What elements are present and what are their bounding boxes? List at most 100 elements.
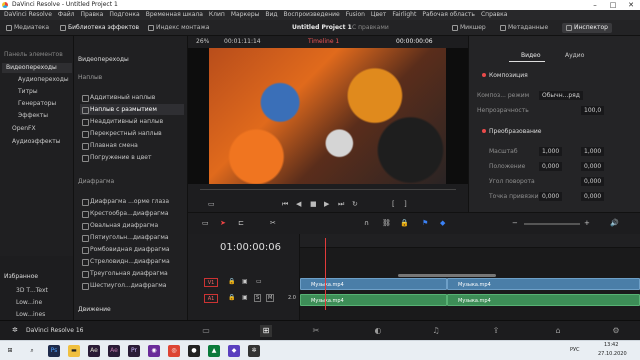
chrome-icon[interactable]: ◎ — [168, 345, 180, 357]
speaker-icon[interactable]: 🔊 — [610, 219, 619, 227]
resolve-task-icon[interactable]: ✲ — [248, 345, 260, 357]
menu-item-timeline[interactable]: Временная шкала — [146, 10, 203, 20]
menu-item-help[interactable]: Справка — [481, 10, 507, 20]
loop-icon[interactable]: ↻ — [352, 200, 358, 208]
tree-item-effects[interactable]: Эффекты — [18, 111, 48, 121]
app-icon[interactable]: ◆ — [228, 345, 240, 357]
rotation-value[interactable]: 0,000 — [581, 177, 605, 186]
after-effects-icon[interactable]: Ae — [108, 345, 120, 357]
tree-item-openfx[interactable]: OpenFX — [12, 124, 36, 134]
effect-item[interactable]: Овальная диафрагма — [80, 220, 184, 231]
video-clip[interactable]: Музыка.mp4 — [447, 278, 640, 290]
track-v1-label[interactable]: V1 — [204, 278, 218, 287]
anchor-y[interactable]: 0,000 — [581, 192, 605, 201]
opacity-value[interactable]: 100,0 — [581, 106, 605, 115]
menu-item-fairlight[interactable]: Fairlight — [392, 10, 416, 20]
composite-mode-dropdown[interactable]: Обычн...ряд — [539, 91, 583, 100]
settings-icon[interactable]: ⚙ — [610, 325, 622, 337]
track-lock-icon[interactable]: 🔒 — [228, 294, 235, 301]
effect-item[interactable]: Перекрестный наплыв — [80, 128, 184, 139]
effect-item[interactable]: Стреловидн...диафрагма — [80, 256, 184, 267]
effect-item[interactable]: Диафрагма ...орме глаза — [80, 196, 184, 207]
effect-item[interactable]: Неаддитивный наплыв — [80, 116, 184, 127]
auto-select-icon[interactable]: ▣ — [242, 294, 248, 301]
minimize-button[interactable]: – — [586, 0, 604, 10]
effect-item-selected[interactable]: Наплыв с размытием — [80, 104, 184, 115]
zoom-y[interactable]: 1,000 — [581, 147, 605, 156]
media-page-icon[interactable]: ▭ — [200, 325, 212, 337]
app-icon[interactable]: ◉ — [148, 345, 160, 357]
clip-menu-icon[interactable]: ▭ — [208, 200, 215, 208]
menu-item-markers[interactable]: Маркеры — [231, 10, 260, 20]
menu-item-view[interactable]: Вид — [265, 10, 277, 20]
play-icon[interactable]: ▶ — [324, 200, 329, 208]
track-lock-icon[interactable]: 🔒 — [228, 278, 235, 285]
menu-item-clip[interactable]: Клип — [209, 10, 225, 20]
auto-select-icon[interactable]: ▣ — [242, 278, 248, 285]
inspector-button[interactable]: Инспектор — [562, 23, 612, 33]
effects-library-button[interactable]: Библиотека эффектов — [60, 23, 139, 33]
section-composition[interactable]: Композиция — [482, 72, 528, 79]
effect-item[interactable]: Аддитивный наплыв — [80, 92, 184, 103]
lock-icon[interactable]: 🔒 — [400, 219, 409, 227]
after-effects-icon[interactable]: Ae — [88, 345, 100, 357]
menu-item-file[interactable]: Файл — [58, 10, 75, 20]
video-clip[interactable]: Музыка.mp4 — [300, 278, 447, 290]
timeline-scrollbar[interactable] — [398, 274, 496, 277]
edit-page-icon[interactable]: ⊞ — [260, 325, 272, 337]
favorite-item[interactable]: 3D Т...Text — [16, 286, 48, 296]
explorer-icon[interactable]: ▬ — [68, 345, 80, 357]
tree-item-audio-effects[interactable]: Аудиоэффекты — [12, 137, 60, 147]
photoshop-icon[interactable]: Ps — [48, 345, 60, 357]
effect-item[interactable]: Шестиугол...диафрагма — [80, 280, 184, 291]
premiere-icon[interactable]: Pr — [128, 345, 140, 357]
link-icon[interactable]: ⛓ — [382, 219, 391, 227]
effect-item[interactable]: Плавная смена — [80, 140, 184, 151]
anchor-x[interactable]: 0,000 — [539, 192, 563, 201]
tab-audio[interactable]: Аудио — [565, 52, 584, 59]
tree-item-titles[interactable]: Титры — [18, 87, 38, 97]
app-icon[interactable]: ● — [188, 345, 200, 357]
tree-item-video-transitions[interactable]: Видеопереходы — [2, 63, 72, 73]
audio-clip[interactable]: Музыка.mp4 — [447, 294, 640, 306]
metadata-button[interactable]: Метаданные — [500, 23, 548, 33]
effect-item[interactable]: Пятиугольн...диафрагма — [80, 232, 184, 243]
menu-item-color[interactable]: Цвет — [371, 10, 386, 20]
app-icon[interactable]: ▲ — [208, 345, 220, 357]
track-a1-label[interactable]: A1 — [204, 294, 218, 303]
fairlight-page-icon[interactable]: ♫ — [430, 325, 442, 337]
home-icon[interactable]: ⌂ — [552, 325, 564, 337]
menu-item-fusion[interactable]: Fusion — [346, 10, 365, 20]
position-x[interactable]: 0,000 — [539, 162, 563, 171]
menu-item-workspace[interactable]: Рабочая область — [422, 10, 475, 20]
viewer-zoom[interactable]: 26% — [196, 36, 209, 48]
position-y[interactable]: 0,000 — [581, 162, 605, 171]
stop-icon[interactable]: ■ — [310, 200, 317, 208]
tree-item-generators[interactable]: Генераторы — [18, 99, 56, 109]
in-point-icon[interactable]: [ — [392, 200, 395, 208]
edit-index-button[interactable]: Индекс монтажа — [148, 23, 209, 33]
tree-item-audio-transitions[interactable]: Аудиопереходы — [18, 75, 69, 85]
menu-item-edit[interactable]: Правка — [81, 10, 104, 20]
playhead[interactable] — [325, 238, 326, 310]
deliver-page-icon[interactable]: ⇪ — [490, 325, 502, 337]
maximize-button[interactable]: □ — [604, 0, 622, 10]
favorite-item[interactable]: Low...ine — [16, 298, 42, 308]
zoom-out-icon[interactable]: − — [512, 219, 518, 227]
track-visibility-icon[interactable]: ▭ — [256, 278, 262, 285]
mixer-button[interactable]: Микшер — [452, 23, 486, 33]
zoom-x[interactable]: 1,000 — [539, 147, 563, 156]
effect-item[interactable]: Крестообра...диафрагма — [80, 208, 184, 219]
clock-date[interactable]: 27.10.2020 — [598, 351, 627, 357]
blade-tool-icon[interactable]: ✂ — [270, 219, 276, 227]
scrub-bar[interactable] — [200, 189, 456, 190]
flag-icon[interactable]: ⚑ — [422, 219, 428, 227]
menu-item-playback[interactable]: Воспроизведение — [284, 10, 340, 20]
tab-video[interactable]: Видео — [521, 52, 541, 59]
favorite-item[interactable]: Low...ines — [16, 310, 45, 320]
solo-button[interactable]: S — [254, 294, 262, 302]
clock-time[interactable]: 13:42 — [604, 342, 618, 348]
effect-item[interactable]: Треугольная диафрагма — [80, 268, 184, 279]
first-frame-icon[interactable]: ⏮ — [282, 200, 288, 209]
search-icon[interactable]: ⌕ — [26, 345, 38, 357]
